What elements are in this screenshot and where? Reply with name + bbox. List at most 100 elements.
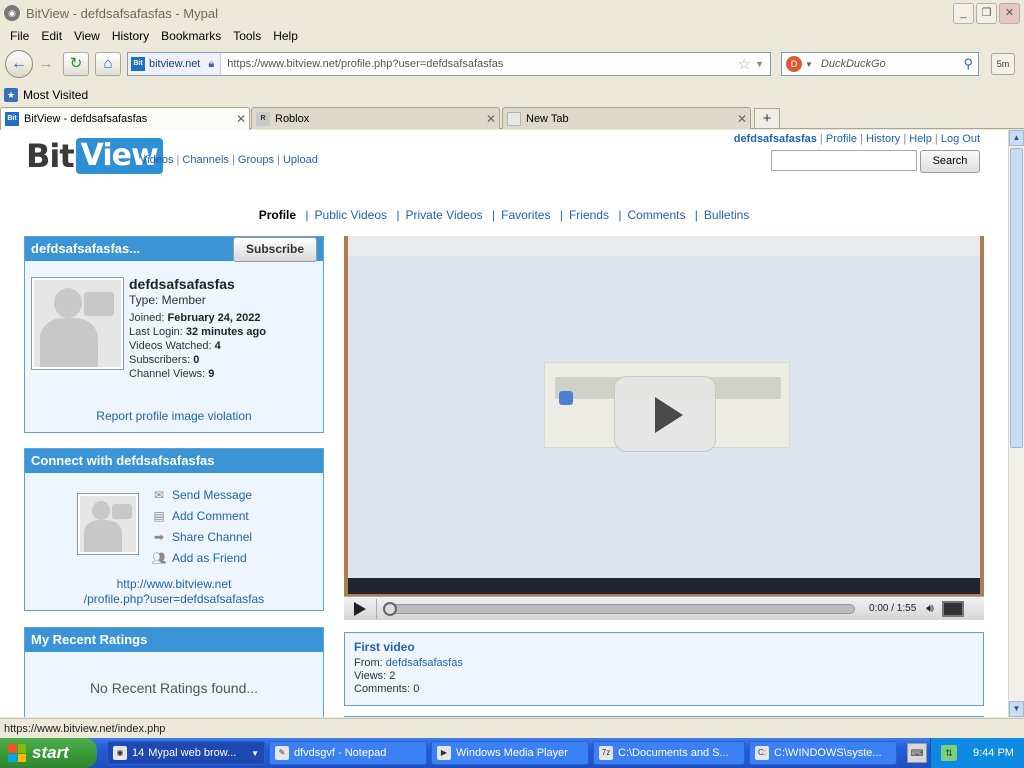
address-bar[interactable]: Bit bitview.net 🔒︎ https://www.bitview.n… — [127, 52, 771, 76]
minimize-button[interactable]: _ — [953, 3, 974, 24]
menu-edit[interactable]: Edit — [35, 29, 68, 43]
profile-link[interactable]: Profile — [826, 133, 857, 145]
menu-history[interactable]: History — [106, 29, 155, 43]
tab-public-videos[interactable]: Public Videos — [315, 208, 388, 222]
start-button[interactable]: start — [0, 738, 97, 768]
menu-tools[interactable]: Tools — [227, 29, 267, 43]
new-tab-button[interactable]: + — [754, 108, 780, 129]
plus-icon: + — [762, 110, 772, 127]
video-title-link[interactable]: First video — [354, 641, 974, 654]
tab-roblox[interactable]: R Roblox ✕ — [251, 107, 500, 129]
page-scrollbar[interactable]: ▲ ▼ — [1008, 130, 1024, 717]
url-text[interactable]: https://www.bitview.net/profile.php?user… — [221, 58, 737, 70]
no-ratings-message: No Recent Ratings found... — [89, 680, 259, 696]
close-tab-icon[interactable]: ✕ — [233, 112, 249, 126]
avatar[interactable] — [31, 277, 124, 370]
share-channel-link[interactable]: ➡ Share Channel — [151, 526, 252, 547]
seek-handle[interactable] — [383, 601, 397, 616]
tab-new-tab[interactable]: New Tab ✕ — [502, 107, 751, 129]
url-dropdown-icon[interactable]: ▼ — [755, 59, 764, 69]
seek-bar[interactable] — [383, 601, 855, 616]
duckduckgo-icon[interactable]: D — [786, 56, 802, 72]
home-icon: ⌂ — [103, 55, 113, 72]
add-friend-link[interactable]: 👥︎ Add as Friend — [151, 547, 252, 568]
addon-button[interactable]: 5m — [991, 53, 1015, 75]
menu-help[interactable]: Help — [267, 29, 304, 43]
videos-watched-value: 4 — [214, 340, 221, 352]
close-window-button[interactable]: ✕ — [999, 3, 1020, 24]
search-bar[interactable]: D ▼ DuckDuckGo ⚲ — [781, 52, 979, 76]
tab-bitview[interactable]: Bit BitView - defdsafsafasfas ✕ — [0, 107, 250, 130]
subscribe-button[interactable]: Subscribe — [233, 237, 317, 262]
taskbar-item-mypal[interactable]: ◉ 14 Mypal web brow... ▼ — [107, 741, 265, 765]
video-comments: Comments: 0 — [354, 683, 420, 695]
help-link[interactable]: Help — [909, 133, 932, 145]
channel-url[interactable]: http://www.bitview.net /profile.php?user… — [25, 577, 323, 607]
taskbar-item-media-player[interactable]: ▶ Windows Media Player — [431, 741, 589, 765]
tab-comments[interactable]: Comments — [627, 208, 685, 222]
tab-bulletins[interactable]: Bulletins — [704, 208, 749, 222]
username-link[interactable]: defdsafsafasfas — [734, 133, 817, 145]
window-title-bar[interactable]: ◉ BitView - defdsafsafasfas - Mypal _ ❐ … — [0, 0, 1024, 26]
taskbar-item-notepad[interactable]: ✎ dfvdsgvf - Notepad — [269, 741, 427, 765]
nav-channels-link[interactable]: Channels — [182, 154, 228, 166]
tab-private-videos[interactable]: Private Videos — [406, 208, 483, 222]
big-play-button[interactable] — [614, 376, 716, 452]
video-player[interactable]: 0:00 / 1:55 🔊︎ — [344, 236, 984, 620]
history-link[interactable]: History — [866, 133, 900, 145]
tab-friends[interactable]: Friends — [569, 208, 609, 222]
taskbar-item-7zip[interactable]: 7z C:\Documents and S... — [593, 741, 745, 765]
menu-view[interactable]: View — [68, 29, 106, 43]
reload-button[interactable]: ↻ — [63, 52, 89, 76]
video-screen[interactable] — [348, 236, 980, 594]
menu-file[interactable]: File — [4, 29, 35, 43]
site-search-button[interactable]: Search — [920, 150, 980, 173]
site-identity-button[interactable]: Bit bitview.net 🔒︎ — [128, 53, 222, 75]
keyboard-icon[interactable]: ⌨ — [907, 743, 927, 763]
forward-button[interactable]: → — [35, 53, 57, 75]
network-icon[interactable]: ⇅ — [941, 745, 957, 761]
play-icon — [655, 397, 683, 433]
close-tab-icon[interactable]: ✕ — [483, 112, 499, 126]
tab-label: BitView - defdsafsafasfas — [24, 113, 148, 125]
connect-panel-title: Connect with defdsafsafasfas — [25, 449, 323, 473]
send-message-link[interactable]: ✉ Send Message — [151, 484, 252, 505]
search-input[interactable]: DuckDuckGo — [821, 58, 964, 70]
nav-videos-link[interactable]: Videos — [140, 154, 173, 166]
bookmark-star-icon[interactable]: ☆ — [738, 55, 751, 73]
tab-profile[interactable]: Profile — [259, 208, 296, 222]
logout-link[interactable]: Log Out — [941, 133, 980, 145]
clock[interactable]: 9:44 PM — [973, 747, 1014, 759]
envelope-icon: ✉ — [153, 487, 165, 502]
home-button[interactable]: ⌂ — [95, 52, 121, 76]
play-button[interactable] — [354, 601, 366, 616]
search-icon[interactable]: ⚲ — [963, 56, 973, 72]
page-viewport: Bit View Videos | Channels | Groups | Up… — [0, 130, 1008, 717]
fullscreen-icon[interactable] — [941, 600, 964, 617]
nav-upload-link[interactable]: Upload — [283, 154, 318, 166]
video-author-link[interactable]: defdsafsafasfas — [386, 657, 463, 669]
last-login-row: Last Login: 32 minutes ago — [129, 326, 266, 338]
tab-favorites[interactable]: Favorites — [501, 208, 550, 222]
bitview-favicon-icon: Bit — [5, 112, 19, 126]
profile-name: defdsafsafasfas — [129, 276, 235, 292]
search-engine-dropdown-icon[interactable]: ▼ — [805, 60, 813, 69]
taskbar-item-cmd[interactable]: C: C:\WINDOWS\syste... — [749, 741, 897, 765]
notepad-icon: ✎ — [275, 746, 289, 760]
scroll-up-icon[interactable]: ▲ — [1009, 130, 1024, 146]
avatar[interactable] — [77, 493, 139, 555]
menu-bookmarks[interactable]: Bookmarks — [155, 29, 227, 43]
reload-icon: ↻ — [69, 55, 83, 72]
restore-button[interactable]: ❐ — [976, 3, 997, 24]
report-image-link[interactable]: Report profile image violation — [25, 409, 323, 423]
add-comment-link[interactable]: ▤ Add Comment — [151, 505, 252, 526]
back-button[interactable]: ← — [5, 50, 33, 78]
site-search-input[interactable] — [771, 150, 917, 171]
volume-icon[interactable]: 🔊︎ — [926, 601, 934, 616]
scroll-down-icon[interactable]: ▼ — [1009, 701, 1024, 717]
nav-groups-link[interactable]: Groups — [238, 154, 274, 166]
scroll-thumb[interactable] — [1010, 148, 1023, 448]
most-visited-bookmark[interactable]: Most Visited — [23, 88, 88, 102]
close-tab-icon[interactable]: ✕ — [734, 112, 750, 126]
bitview-favicon-icon: Bit — [131, 57, 145, 71]
